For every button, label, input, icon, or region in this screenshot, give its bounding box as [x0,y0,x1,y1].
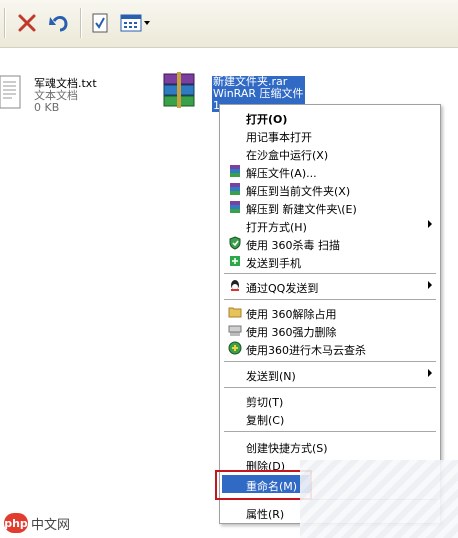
menu-item-label: 解压到当前文件夹(X) [246,185,351,198]
menu-item-label: 用记事本打开 [246,131,312,144]
text-file-icon [0,75,21,109]
menu-item-label: 使用 360杀毒 扫描 [246,239,340,252]
menu-item-qq-send[interactable]: 通过QQ发送到 [222,277,438,295]
menu-item-extract[interactable]: 解压文件(A)... [222,162,438,180]
watermark-logo: php [4,513,28,533]
file-item-text[interactable]: 军魂文档.txt 文本文档 0 KB [0,74,140,114]
views-button[interactable] [116,8,154,38]
watermark: php 中文网 [4,513,70,533]
menu-item-open-notepad[interactable]: 用记事本打开 [222,126,438,144]
submenu-arrow-icon [428,220,432,228]
chevron-down-icon [144,21,150,25]
file-size: 0 KB [34,101,60,114]
menu-item-extract-to-folder[interactable]: 解压到 新建文件夹\(E) [222,198,438,216]
folder-unlock-icon [228,307,242,318]
360-green-icon [228,341,242,355]
x-icon [18,14,36,32]
toolbar-separator [80,8,81,38]
menu-item-360-trojan[interactable]: 使用360进行木马云查杀 [222,339,438,357]
undo-button[interactable] [44,8,74,38]
winrar-icon [230,201,240,213]
menu-separator [224,431,436,432]
menu-item-copy[interactable]: 复制(C) [222,409,438,427]
menu-item-send-phone[interactable]: 发送到手机 [222,252,438,270]
menu-item-360-unlock[interactable]: 使用 360解除占用 [222,303,438,321]
phone-icon [230,256,240,266]
menu-item-cut[interactable]: 剪切(T) [222,391,438,409]
watermark-overlay [300,460,458,538]
menu-separator [224,387,436,388]
menu-item-label: 使用 360解除占用 [246,308,337,321]
watermark-text: 中文网 [31,517,71,533]
menu-separator [224,299,436,300]
menu-item-label: 使用 360强力删除 [246,326,337,339]
shredder-icon [228,325,242,336]
properties-button[interactable] [88,8,112,38]
menu-item-open[interactable]: 打开(O) [222,108,438,126]
menu-item-label: 解压到 新建文件夹\(E) [246,203,357,216]
menu-item-label: 发送到手机 [246,257,301,270]
menu-item-label: 剪切(T) [246,396,284,409]
menu-item-label: 使用360进行木马云查杀 [246,344,366,357]
menu-item-label: 创建快捷方式(S) [246,442,328,455]
properties-icon [92,13,108,33]
menu-item-extract-here[interactable]: 解压到当前文件夹(X) [222,180,438,198]
toolbar [0,0,458,48]
undo-icon [49,15,68,32]
winrar-icon [230,165,240,177]
menu-separator [224,273,436,274]
menu-item-label: 发送到(N) [246,370,296,383]
menu-item-label: 在沙盒中运行(X) [246,149,329,162]
submenu-arrow-icon [428,281,432,289]
menu-item-label: 打开方式(H) [246,221,307,234]
views-icon [120,14,142,32]
submenu-arrow-icon [428,369,432,377]
delete-button[interactable] [12,8,42,38]
rename-highlight-box [215,470,312,500]
menu-item-send-to[interactable]: 发送到(N) [222,365,438,383]
menu-item-360-delete[interactable]: 使用 360强力删除 [222,321,438,339]
menu-separator [224,361,436,362]
menu-item-label: 解压文件(A)... [246,167,317,180]
menu-item-sandbox[interactable]: 在沙盒中运行(X) [222,144,438,162]
menu-item-label: 打开(O) [246,113,288,126]
menu-item-label: 复制(C) [246,414,285,427]
file-type: WinRAR 压缩文件 [212,87,305,100]
menu-item-open-with[interactable]: 打开方式(H) [222,216,438,234]
toolbar-separator [4,8,5,38]
menu-item-360-scan[interactable]: 使用 360杀毒 扫描 [222,234,438,252]
winrar-icon [230,183,240,195]
menu-item-label: 属性(R) [246,508,285,521]
menu-item-label: 通过QQ发送到 [246,282,319,295]
360-shield-icon [229,236,241,250]
winrar-archive-icon [163,72,195,108]
qq-icon [231,280,239,291]
menu-item-create-shortcut[interactable]: 创建快捷方式(S) [222,437,438,455]
